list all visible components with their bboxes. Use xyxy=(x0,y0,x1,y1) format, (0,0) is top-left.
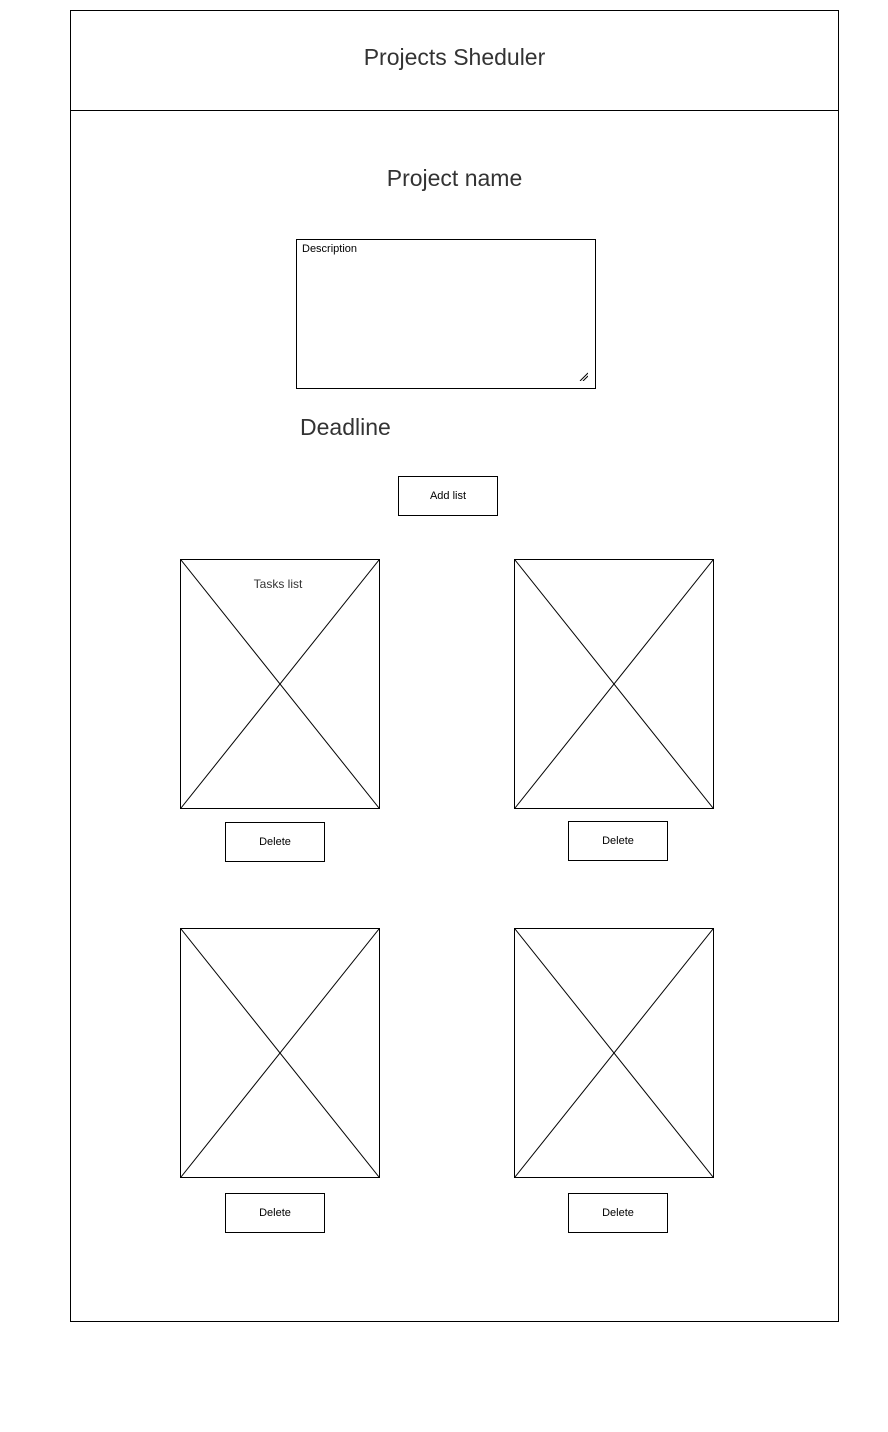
app-title: Projects Sheduler xyxy=(363,44,546,70)
description-placeholder: Description xyxy=(302,243,358,255)
tasks-list-title: Tasks list xyxy=(253,577,303,591)
delete-list-button[interactable]: Delete xyxy=(568,821,668,861)
description-textarea[interactable]: Description xyxy=(296,239,596,389)
image-placeholder-icon xyxy=(181,929,379,1177)
delete-list-button[interactable]: Delete xyxy=(568,1193,668,1233)
add-list-button[interactable]: Add list xyxy=(398,476,498,516)
project-scheduler-window: Projects Sheduler Project name Descripti… xyxy=(70,10,839,1322)
project-name-heading: Project name xyxy=(386,165,523,191)
tasks-list-card[interactable]: Tasks list xyxy=(180,559,380,809)
app-header: Projects Sheduler xyxy=(71,11,838,111)
image-placeholder-icon xyxy=(181,560,379,808)
image-placeholder-icon xyxy=(515,560,713,808)
tasks-list-card[interactable] xyxy=(180,928,380,1178)
tasks-list-card[interactable] xyxy=(514,928,714,1178)
delete-list-button[interactable]: Delete xyxy=(225,1193,325,1233)
tasks-list-card[interactable] xyxy=(514,559,714,809)
delete-list-button[interactable]: Delete xyxy=(225,822,325,862)
image-placeholder-icon xyxy=(515,929,713,1177)
resize-grip-icon[interactable] xyxy=(578,371,588,381)
deadline-label: Deadline xyxy=(300,414,391,440)
